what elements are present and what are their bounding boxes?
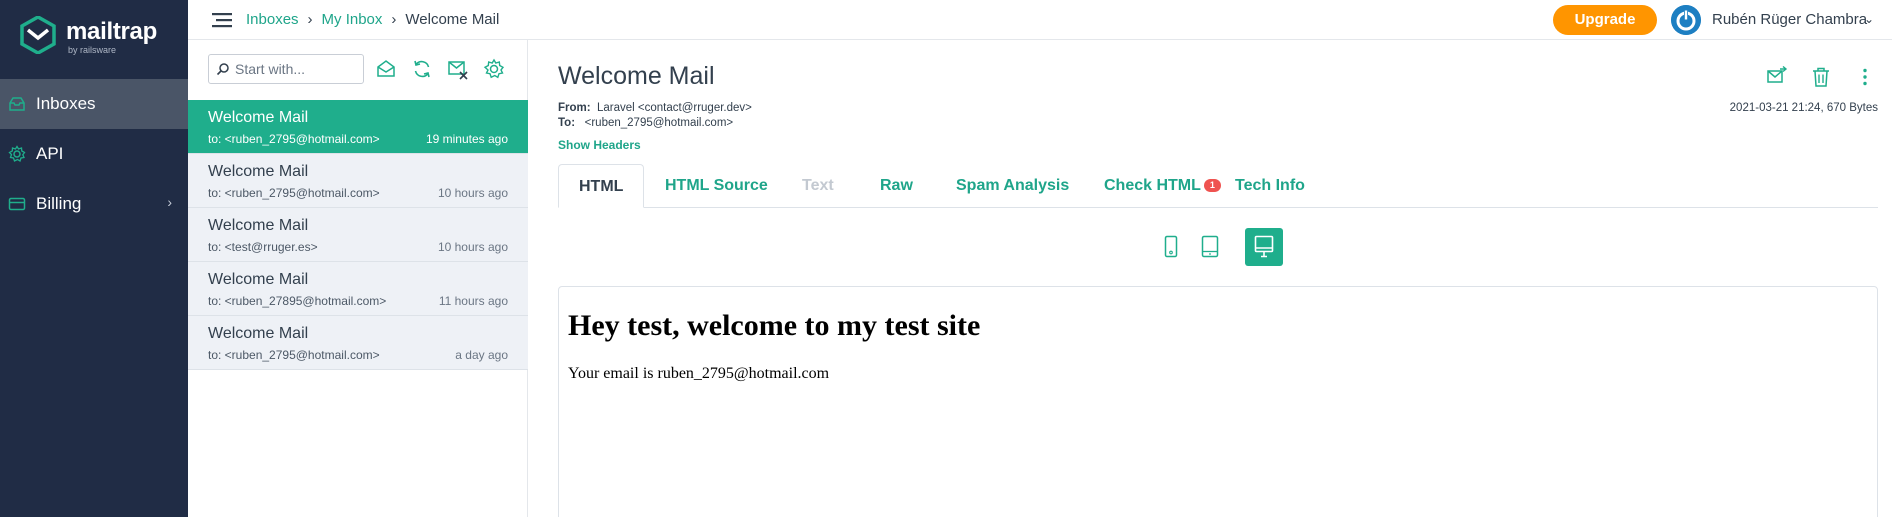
from-label: From: — [558, 102, 591, 114]
card-icon — [8, 197, 26, 211]
message-recipient: to: <ruben_2795@hotmail.com> — [208, 348, 380, 362]
topbar: Inboxes › My Inbox › Welcome Mail Upgrade Ru… — [188, 0, 1892, 40]
message-time: 10 hours ago — [437, 240, 508, 254]
breadcrumb-inboxes[interactable]: Inboxes — [246, 11, 299, 28]
tab-spam-analysis[interactable]: Spam Analysis — [956, 164, 1069, 208]
inbox-icon — [9, 97, 25, 111]
message-item[interactable]: Welcome Mail to: <test@rruger.es> 10 hou… — [188, 208, 528, 262]
from-value: Laravel <contact@rruger.dev> — [596, 102, 752, 114]
sidebar-item-inboxes[interactable]: Inboxes — [0, 79, 188, 129]
mail-tabs: HTML HTML Source Text Raw Spam Analysis … — [558, 164, 1878, 208]
avatar[interactable] — [1671, 5, 1701, 35]
mail-to: To: <ruben_2795@hotmail.com> — [558, 117, 733, 129]
refresh-icon[interactable] — [411, 58, 433, 80]
message-subject: Welcome Mail — [208, 163, 309, 180]
tab-text: Text — [802, 164, 834, 208]
mailtrap-logo-icon — [20, 16, 56, 54]
mail-date-size: 2021-03-21 21:24, 670 Bytes — [1729, 102, 1878, 114]
tab-label: Spam Analysis — [956, 177, 1070, 194]
message-recipient: to: <ruben_2795@hotmail.com> — [208, 186, 380, 200]
message-subject: Welcome Mail — [208, 217, 309, 234]
check-html-badge: 1 — [1203, 179, 1221, 192]
chevron-right-icon: › — [167, 194, 172, 210]
tab-label: HTML — [579, 178, 624, 195]
message-time: a day ago — [455, 348, 508, 362]
tab-label: Tech Info — [1235, 177, 1305, 194]
chevron-down-icon[interactable]: ⌄ — [1864, 12, 1874, 26]
tab-tech-info[interactable]: Tech Info — [1235, 164, 1305, 208]
tab-check-html[interactable]: Check HTML 1 — [1104, 164, 1221, 208]
tab-label: Raw — [880, 177, 913, 194]
message-recipient: to: <test@rruger.es> — [208, 240, 318, 254]
mail-subject: Welcome Mail — [558, 62, 715, 90]
tab-label: Text — [802, 177, 834, 194]
trash-icon[interactable] — [1810, 66, 1832, 88]
tablet-icon — [1201, 235, 1219, 258]
mobile-view-button[interactable] — [1152, 228, 1190, 266]
gear-icon — [8, 145, 26, 162]
sidebar-item-label: API — [36, 144, 64, 163]
tab-raw[interactable]: Raw — [880, 164, 913, 208]
user-name[interactable]: Rubén Rüger Chambra — [1712, 11, 1867, 28]
sidebar-item-label: Billing — [36, 194, 82, 213]
more-options-icon[interactable] — [1854, 66, 1876, 88]
message-subject: Welcome Mail — [208, 109, 309, 126]
mail-from: From: Laravel <contact@rruger.dev> — [558, 102, 752, 114]
breadcrumb-current: Welcome Mail — [405, 11, 500, 28]
show-headers-link[interactable]: Show Headers — [558, 138, 641, 152]
search-input[interactable] — [208, 54, 364, 84]
message-item[interactable]: Welcome Mail to: <ruben_2795@hotmail.com… — [188, 316, 528, 370]
message-recipient: to: <ruben_27895@hotmail.com> — [208, 294, 387, 308]
phone-icon — [1164, 235, 1178, 258]
message-subject: Welcome Mail — [208, 325, 309, 342]
tab-label: HTML Source — [665, 177, 768, 194]
message-subject: Welcome Mail — [208, 271, 309, 288]
brand-name: mailtrap — [66, 18, 157, 45]
breadcrumb-separator: › — [391, 11, 397, 28]
clear-inbox-icon[interactable] — [447, 58, 469, 80]
menu-icon[interactable] — [212, 12, 232, 28]
sidebar-item-api[interactable]: API — [0, 129, 188, 179]
message-time: 10 hours ago — [437, 186, 508, 200]
breadcrumb-my-inbox[interactable]: My Inbox — [322, 11, 383, 28]
mark-read-icon[interactable] — [375, 58, 397, 80]
sidebar-item-label: Inboxes — [36, 94, 96, 113]
tab-label: Check HTML — [1104, 177, 1201, 194]
tab-html-source[interactable]: HTML Source — [665, 164, 768, 208]
html-preview: Hey test, welcome to my test site Your e… — [558, 286, 1878, 517]
sidebar-item-billing[interactable]: Billing › — [0, 179, 188, 229]
upgrade-button[interactable]: Upgrade — [1553, 5, 1657, 35]
desktop-view-button[interactable] — [1245, 228, 1283, 266]
message-item[interactable]: Welcome Mail to: <ruben_2795@hotmail.com… — [188, 100, 528, 154]
sidebar: mailtrap by railsware Inboxes API Billin… — [0, 0, 188, 517]
settings-icon[interactable] — [483, 58, 505, 80]
breadcrumb-separator: › — [307, 11, 313, 28]
to-value: <ruben_2795@hotmail.com> — [584, 117, 734, 129]
message-time: 19 minutes ago — [425, 132, 508, 146]
tablet-view-button[interactable] — [1191, 228, 1229, 266]
breadcrumb: Inboxes › My Inbox › Welcome Mail — [246, 11, 499, 28]
message-item[interactable]: Welcome Mail to: <ruben_27895@hotmail.co… — [188, 262, 528, 316]
message-time: 11 hours ago — [438, 294, 508, 308]
preview-heading: Hey test, welcome to my test site — [568, 309, 981, 342]
preview-body: Your email is ruben_2795@hotmail.com — [568, 365, 830, 382]
mail-view: Welcome Mail From: Laravel <contact@rrug… — [529, 40, 1892, 517]
brand-sub: by railsware — [68, 45, 117, 55]
message-list-panel: Welcome Mail to: <ruben_2795@hotmail.com… — [188, 40, 528, 517]
to-label: To: — [558, 117, 576, 129]
tab-html[interactable]: HTML — [558, 164, 645, 208]
message-item[interactable]: Welcome Mail to: <ruben_2795@hotmail.com… — [188, 154, 528, 208]
mailtrap-logo[interactable]: mailtrap by railsware — [20, 16, 170, 56]
message-recipient: to: <ruben_2795@hotmail.com> — [208, 132, 380, 146]
desktop-icon — [1254, 235, 1274, 258]
forward-icon[interactable] — [1766, 66, 1788, 88]
search-icon — [216, 63, 229, 76]
